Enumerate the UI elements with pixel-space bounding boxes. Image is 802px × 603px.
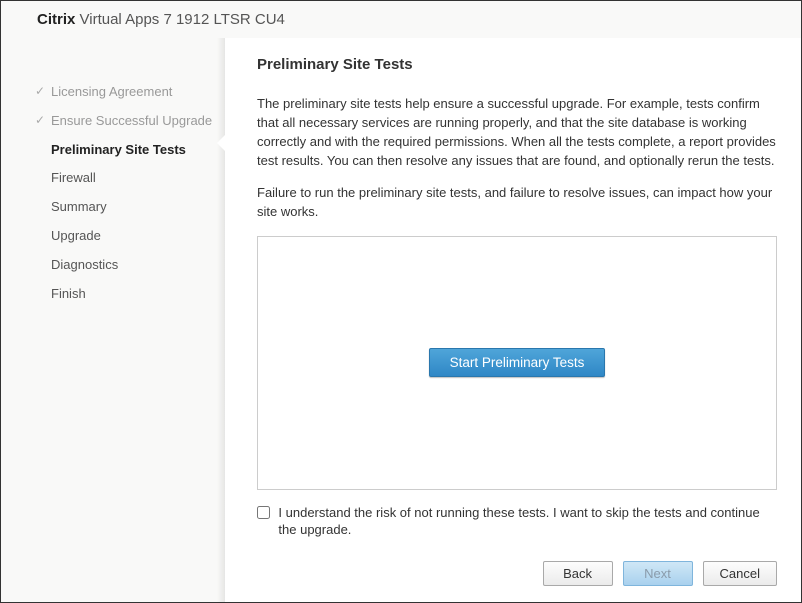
test-area: Start Preliminary Tests [257, 236, 777, 490]
header: Citrix Virtual Apps 7 1912 LTSR CU4 [1, 1, 801, 38]
sidebar: Licensing Agreement Ensure Successful Up… [1, 38, 225, 602]
step-ensure-successful-upgrade: Ensure Successful Upgrade [1, 107, 225, 136]
back-button[interactable]: Back [543, 561, 613, 586]
next-button[interactable]: Next [623, 561, 693, 586]
step-list: Licensing Agreement Ensure Successful Up… [1, 78, 225, 308]
cancel-button[interactable]: Cancel [703, 561, 777, 586]
installer-window: Citrix Virtual Apps 7 1912 LTSR CU4 Lice… [1, 1, 801, 602]
brand-name: Citrix [37, 11, 75, 28]
body: Licensing Agreement Ensure Successful Up… [1, 38, 801, 602]
product-name: Virtual Apps 7 1912 LTSR CU4 [75, 11, 285, 28]
step-diagnostics: Diagnostics [1, 251, 225, 280]
page-title: Preliminary Site Tests [257, 56, 777, 73]
description-paragraph-1: The preliminary site tests help ensure a… [257, 95, 777, 170]
skip-tests-checkbox[interactable] [257, 505, 270, 520]
step-firewall: Firewall [1, 164, 225, 193]
step-licensing-agreement: Licensing Agreement [1, 78, 225, 107]
skip-tests-label[interactable]: I understand the risk of not running the… [278, 504, 777, 539]
step-upgrade: Upgrade [1, 222, 225, 251]
step-preliminary-site-tests: Preliminary Site Tests [1, 136, 225, 165]
skip-tests-row: I understand the risk of not running the… [257, 504, 777, 539]
description-paragraph-2: Failure to run the preliminary site test… [257, 184, 777, 222]
main-panel: Preliminary Site Tests The preliminary s… [225, 38, 801, 602]
step-summary: Summary [1, 193, 225, 222]
start-preliminary-tests-button[interactable]: Start Preliminary Tests [429, 348, 606, 377]
step-finish: Finish [1, 280, 225, 309]
footer-buttons: Back Next Cancel [257, 557, 777, 586]
current-step-indicator [217, 134, 226, 152]
